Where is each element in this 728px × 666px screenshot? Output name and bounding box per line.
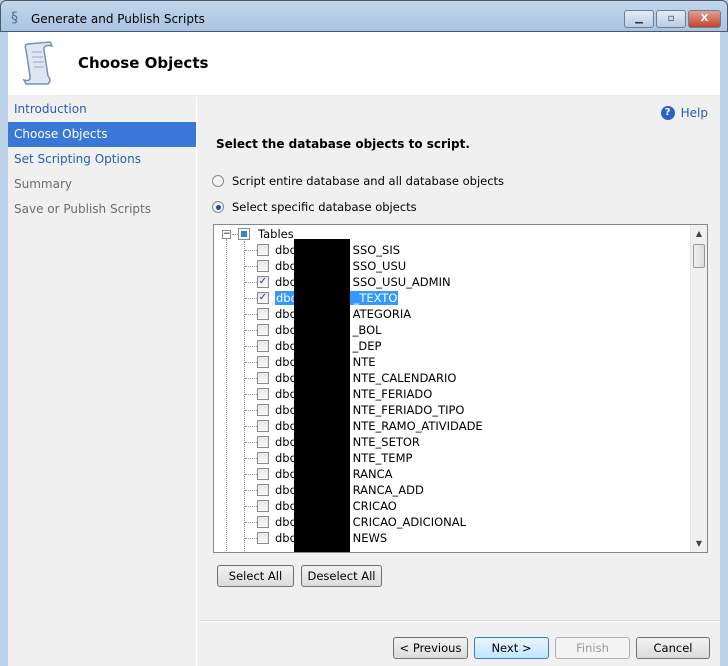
maximize-button[interactable]: ▫ bbox=[656, 10, 686, 28]
table-name-suffix: NTE_SETOR bbox=[352, 435, 420, 449]
checkbox[interactable] bbox=[257, 500, 269, 512]
select-all-button[interactable]: Select All bbox=[217, 565, 294, 587]
table-name-suffix: _BOL bbox=[352, 323, 382, 337]
checkbox[interactable] bbox=[257, 452, 269, 464]
table-name-suffix: SSO_USU_ADMIN bbox=[352, 275, 451, 289]
table-name-suffix: NTE bbox=[352, 355, 376, 369]
table-name-suffix: CRICAO bbox=[352, 499, 397, 513]
divider bbox=[200, 620, 720, 622]
table-name-suffix: RANCA bbox=[352, 467, 393, 481]
next-button[interactable]: Next > bbox=[474, 637, 549, 659]
table-name-suffix: NTE_FERIADO_TIPO bbox=[352, 403, 465, 417]
finish-button: Finish bbox=[555, 637, 630, 659]
nav-item-choose-objects[interactable]: Choose Objects bbox=[8, 122, 196, 147]
tree-node-label: Tables bbox=[258, 227, 294, 241]
radio-label: Script entire database and all database … bbox=[232, 174, 505, 188]
nav-item-save-publish: Save or Publish Scripts bbox=[14, 202, 152, 216]
checkbox[interactable] bbox=[257, 420, 269, 432]
scroll-up-icon[interactable]: ▲ bbox=[691, 225, 707, 242]
checkbox[interactable] bbox=[257, 356, 269, 368]
checkbox[interactable] bbox=[257, 308, 269, 320]
checkbox[interactable]: ✓ bbox=[257, 292, 269, 304]
table-name-suffix: NTE_FERIADO bbox=[352, 387, 433, 401]
checkbox[interactable] bbox=[257, 468, 269, 480]
redaction-box bbox=[294, 239, 350, 552]
scroll-down-icon[interactable]: ▼ bbox=[691, 535, 707, 552]
scroll-icon bbox=[22, 41, 54, 85]
checkbox[interactable] bbox=[257, 372, 269, 384]
table-row[interactable]: dbo NTE_CALENDARIO bbox=[257, 370, 456, 386]
minimize-button[interactable]: ▁ bbox=[624, 10, 654, 28]
table-row[interactable]: dbo NTE_RAMO_ATIVIDADE bbox=[257, 418, 483, 434]
table-row[interactable]: dbo CRICAO_ADICIONAL bbox=[257, 514, 466, 530]
help-label: Help bbox=[680, 106, 708, 120]
table-name-suffix: NTE_RAMO_ATIVIDADE bbox=[352, 419, 483, 433]
table-name-suffix: NTE_CALENDARIO bbox=[352, 371, 457, 385]
nav-item-scripting-options[interactable]: Set Scripting Options bbox=[8, 147, 196, 172]
table-row[interactable]: dbo NTE_FERIADO_TIPO bbox=[257, 402, 464, 418]
window-title: Generate and Publish Scripts bbox=[31, 12, 205, 26]
scroll-thumb[interactable] bbox=[693, 244, 705, 268]
checkbox[interactable] bbox=[257, 516, 269, 528]
page-title: Choose Objects bbox=[78, 54, 209, 72]
checkbox[interactable]: ✓ bbox=[257, 276, 269, 288]
instruction-text: Select the database objects to script. bbox=[216, 137, 470, 151]
table-name-suffix: SSO_SIS bbox=[352, 243, 401, 257]
radio-button[interactable] bbox=[212, 201, 224, 213]
checkbox[interactable] bbox=[257, 260, 269, 272]
radio-label: Select specific database objects bbox=[232, 200, 417, 214]
header: Choose Objects bbox=[8, 32, 720, 95]
table-name-suffix: RANCA_ADD bbox=[352, 483, 424, 497]
deselect-all-button[interactable]: Deselect All bbox=[301, 565, 382, 587]
radio-specific-objects[interactable]: Select specific database objects bbox=[212, 200, 417, 214]
table-name-suffix: ATEGORIA bbox=[352, 307, 412, 321]
checkbox[interactable] bbox=[257, 388, 269, 400]
cancel-button[interactable]: Cancel bbox=[636, 637, 710, 659]
table-name-suffix: _TEXTO bbox=[353, 291, 398, 305]
wizard-nav: Introduction Choose Objects Set Scriptin… bbox=[8, 97, 197, 666]
help-icon: ? bbox=[660, 106, 675, 120]
title-bar: § Generate and Publish Scripts ▁ ▫ X bbox=[0, 0, 728, 32]
table-name-suffix: CRICAO_ADICIONAL bbox=[352, 515, 467, 529]
close-button[interactable]: X bbox=[688, 10, 721, 28]
tree-node-tables[interactable]: Tables bbox=[238, 226, 294, 242]
table-name-suffix: NTE_TEMP bbox=[352, 451, 413, 465]
main-panel: ? Help Select the database objects to sc… bbox=[200, 97, 720, 666]
checkbox[interactable] bbox=[257, 340, 269, 352]
table-name-suffix: NEWS bbox=[352, 531, 388, 545]
nav-item-summary: Summary bbox=[14, 177, 72, 191]
checkbox[interactable] bbox=[257, 436, 269, 448]
collapse-icon[interactable]: − bbox=[222, 230, 231, 239]
checkbox[interactable] bbox=[257, 324, 269, 336]
nav-item-introduction[interactable]: Introduction bbox=[8, 97, 196, 122]
checkbox[interactable] bbox=[257, 404, 269, 416]
table-row[interactable]: ✓ dbo SSO_USU_ADMIN bbox=[257, 274, 451, 290]
checkbox[interactable] bbox=[257, 244, 269, 256]
table-name-suffix: _DEP bbox=[352, 339, 382, 353]
previous-button[interactable]: < Previous bbox=[393, 637, 468, 659]
radio-entire-database[interactable]: Script entire database and all database … bbox=[212, 174, 504, 188]
object-tree[interactable]: − Tables dbo SSO_SIS dbo SSO_USU ✓ dbo SSO_USU… bbox=[213, 224, 708, 553]
radio-button[interactable] bbox=[212, 175, 224, 187]
wizard-body: Choose Objects Introduction Choose Objec… bbox=[8, 32, 720, 666]
table-name-suffix: SSO_USU bbox=[352, 259, 407, 273]
tri-state-checkbox[interactable] bbox=[238, 228, 250, 240]
checkbox[interactable] bbox=[257, 484, 269, 496]
checkbox[interactable] bbox=[257, 532, 269, 544]
scroll-icon: § bbox=[11, 10, 18, 26]
vertical-scrollbar[interactable]: ▲ ▼ bbox=[690, 225, 707, 552]
help-link[interactable]: ? Help bbox=[660, 106, 708, 120]
